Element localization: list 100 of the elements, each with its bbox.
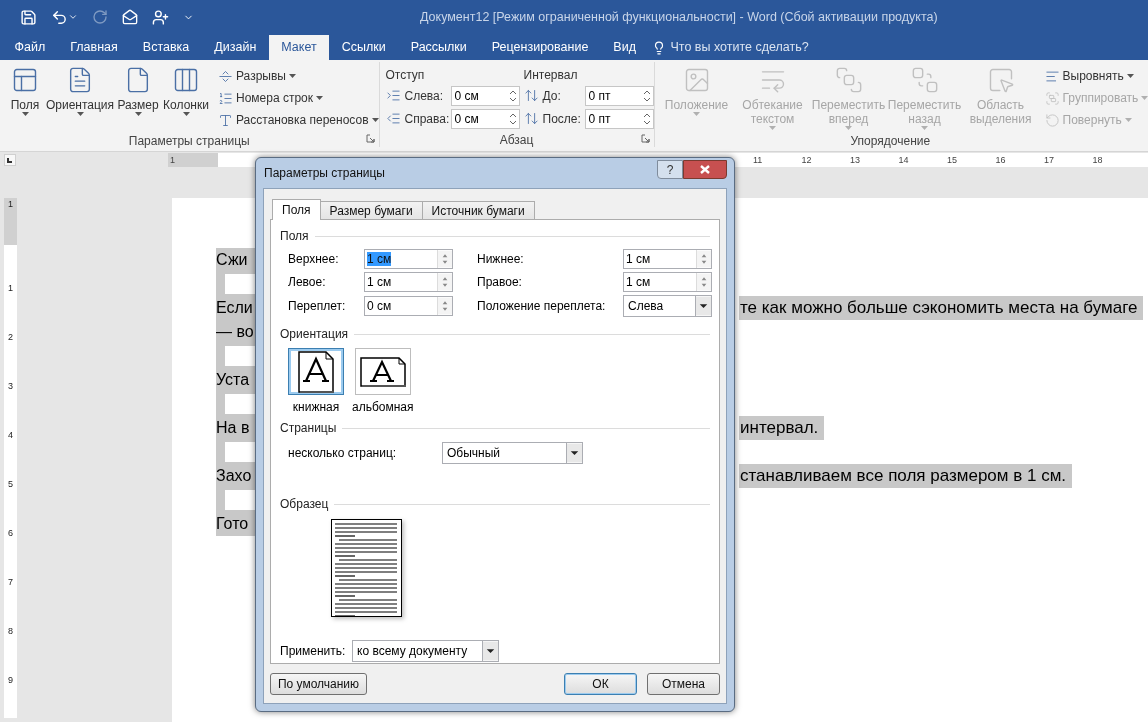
tell-me-field[interactable]: Что вы хотите сделать? xyxy=(670,38,809,57)
spin-field[interactable]: 1 см xyxy=(364,249,453,269)
field-label: Нижнее: xyxy=(477,251,525,268)
section-heading: Поля xyxy=(280,228,309,245)
document-text: — во xyxy=(216,320,256,344)
spinner-arrows-icon[interactable] xyxy=(437,250,452,268)
dialog-launcher-icon[interactable] xyxy=(365,134,375,143)
document-text: станавливаем все поля размером в 1 см. xyxy=(739,464,1073,488)
dropdown-arrow-icon[interactable] xyxy=(695,296,711,316)
indent-right-icon xyxy=(385,111,401,126)
field-label: Справа: xyxy=(404,110,451,128)
caret-icon xyxy=(1141,96,1148,100)
ruler-number: 11 xyxy=(753,155,764,165)
spin-field[interactable]: 0 пт xyxy=(584,108,654,129)
section-heading: Образец xyxy=(280,496,329,513)
ribbon-tab[interactable]: Макет xyxy=(268,35,330,60)
rotate-icon xyxy=(1044,112,1060,128)
close-button[interactable] xyxy=(683,159,727,179)
caret-icon xyxy=(1126,74,1134,78)
spinner-arrows-icon[interactable] xyxy=(437,297,452,315)
caret-icon[interactable] xyxy=(68,12,78,22)
group-title: Упорядочение xyxy=(850,134,931,148)
group-title: Абзац xyxy=(499,133,534,147)
numbered-list-icon xyxy=(218,90,233,106)
ribbon-small-button[interactable]: Расстановка переносов xyxy=(218,109,379,131)
dialog-title: Параметры страницы xyxy=(263,165,386,182)
caret-icon xyxy=(921,126,928,130)
close-icon xyxy=(700,164,710,174)
spinner-arrows-icon[interactable] xyxy=(642,111,651,126)
save-icon[interactable] xyxy=(20,8,37,26)
spinner-arrows-icon[interactable] xyxy=(437,273,452,291)
caret-icon xyxy=(134,112,142,116)
section-heading: Отступ xyxy=(385,67,426,84)
help-button[interactable]: ? xyxy=(657,159,683,179)
field-label: Переплет: xyxy=(288,298,347,315)
indent-left-icon xyxy=(385,88,401,103)
line-spacing-icon xyxy=(523,111,539,126)
ruler-number: 9 xyxy=(8,676,13,685)
align-icon xyxy=(1044,68,1060,84)
spinner-arrows-icon[interactable] xyxy=(696,250,711,268)
spinner-arrows-icon[interactable] xyxy=(696,273,711,291)
dialog-tab[interactable]: Размер бумаги xyxy=(319,201,423,219)
ribbon-tab[interactable]: Рассылки xyxy=(398,35,480,60)
page-margins-icon xyxy=(11,66,39,94)
document-text: те как можно больше сэкономить места на бумаге xyxy=(739,296,1144,320)
bring-forward-icon xyxy=(834,66,863,94)
undo-icon[interactable] xyxy=(51,8,68,26)
ruler-number: 1 xyxy=(170,155,175,165)
section-heading: Страницы xyxy=(280,420,337,437)
ribbon-small-button[interactable]: Выровнять xyxy=(1044,65,1148,87)
ribbon-button[interactable]: Ориентация xyxy=(44,64,116,134)
spin-field[interactable]: 1 см xyxy=(364,272,453,292)
spin-field[interactable]: 0 см xyxy=(364,296,453,316)
line-spacing-icon xyxy=(523,88,539,103)
caret-icon xyxy=(693,112,700,116)
ribbon-button[interactable]: Колонки xyxy=(160,64,212,134)
ribbon-tab[interactable]: Главная xyxy=(57,35,131,60)
dialog-button[interactable]: ОК xyxy=(564,673,637,695)
empty-paragraph-highlight xyxy=(216,440,256,464)
spin-field[interactable]: 1 см xyxy=(623,272,712,292)
dialog-button[interactable]: Отмена xyxy=(647,673,720,695)
dialog-tab[interactable]: Источник бумаги xyxy=(421,201,535,219)
user-add-icon[interactable] xyxy=(152,8,169,26)
dropdown-field[interactable]: Слева xyxy=(623,295,712,317)
ribbon-tab[interactable]: Вид xyxy=(600,35,649,60)
envelope-icon[interactable] xyxy=(122,9,138,25)
dropdown-arrow-icon[interactable] xyxy=(482,641,498,661)
spin-field[interactable]: 0 пт xyxy=(584,85,654,106)
spinner-arrows-icon[interactable] xyxy=(508,111,517,126)
ribbon-small-button[interactable]: Разрывы xyxy=(218,65,379,87)
redo-icon[interactable] xyxy=(92,9,108,25)
document-text: Уста xyxy=(216,368,256,392)
ribbon-tab[interactable]: Дизайн xyxy=(201,35,269,60)
spin-field[interactable]: 0 см xyxy=(450,85,520,106)
dropdown-field[interactable]: Обычный xyxy=(442,442,583,464)
spinner-arrows-icon[interactable] xyxy=(642,88,651,103)
dialog-tab[interactable]: Поля xyxy=(272,199,321,220)
field-label: Слева: xyxy=(404,87,445,105)
spin-field[interactable]: 1 см xyxy=(623,249,712,269)
ribbon-small-button[interactable]: Номера строк xyxy=(218,87,379,109)
letter-icon xyxy=(218,112,233,128)
ruler-number: 2 xyxy=(8,333,13,342)
field-label: Положение переплета: xyxy=(477,298,607,315)
ribbon-tab[interactable]: Рецензирование xyxy=(479,35,601,60)
caret-icon xyxy=(182,112,190,116)
dialog-button[interactable]: По умолчанию xyxy=(270,673,367,695)
spin-field[interactable]: 0 см xyxy=(450,108,520,129)
columns-icon xyxy=(172,66,200,94)
ribbon-tab[interactable]: Файл xyxy=(2,35,58,60)
ribbon-tab[interactable]: Ссылки xyxy=(329,35,399,60)
caret-icon xyxy=(371,118,379,122)
ribbon-tab[interactable]: Вставка xyxy=(130,35,202,60)
dropdown-arrow-icon[interactable] xyxy=(566,443,582,463)
ribbon-button[interactable]: Размер xyxy=(116,64,160,134)
ribbon-button[interactable]: Поля xyxy=(6,64,44,134)
dialog-launcher-icon[interactable] xyxy=(640,134,650,143)
spinner-arrows-icon[interactable] xyxy=(508,88,517,103)
dropdown-field[interactable]: ко всему документу xyxy=(352,640,499,662)
tab-selector-icon[interactable] xyxy=(4,154,16,166)
caret-icon xyxy=(288,74,296,78)
